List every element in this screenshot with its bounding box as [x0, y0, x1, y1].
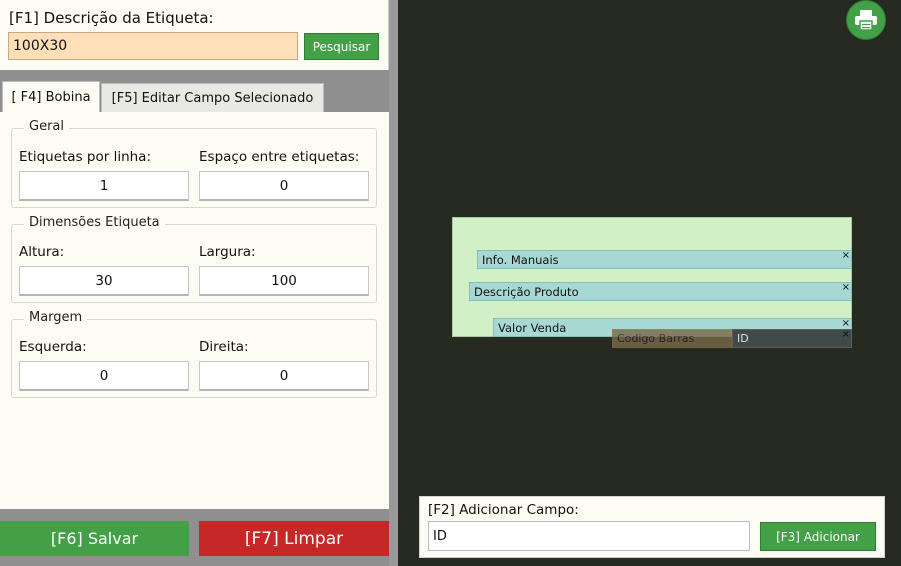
- height-label: Altura:: [19, 244, 65, 260]
- print-button[interactable]: [846, 0, 886, 40]
- close-icon[interactable]: ×: [842, 279, 850, 297]
- tab-bobina-content: Geral Etiquetas por linha: Espaço entre …: [0, 112, 389, 509]
- tab-editar-campo[interactable]: [F5] Editar Campo Selecionado: [101, 83, 324, 112]
- width-label: Largura:: [199, 244, 256, 260]
- group-margem: Margem Esquerda: Direita:: [11, 310, 377, 398]
- printer-icon: [855, 10, 877, 31]
- height-input[interactable]: [19, 266, 189, 296]
- group-dimensoes: Dimensões Etiqueta Altura: Largura:: [11, 215, 377, 303]
- add-field-label: [F2] Adicionar Campo:: [428, 502, 579, 518]
- search-button[interactable]: Pesquisar: [304, 33, 379, 60]
- label-preview-canvas: Info. Manuais × Descrição Produto × Valo…: [398, 0, 901, 566]
- label-area[interactable]: Info. Manuais × Descrição Produto × Valo…: [452, 217, 852, 337]
- group-dimensoes-title: Dimensões Etiqueta: [24, 215, 165, 230]
- canvas-field-id[interactable]: ID ×: [732, 329, 852, 348]
- canvas-field[interactable]: Descrição Produto ×: [469, 282, 852, 301]
- close-icon[interactable]: ×: [842, 326, 850, 344]
- add-field-button[interactable]: [F3] Adicionar: [760, 522, 876, 551]
- canvas-field-label: Info. Manuais: [482, 253, 559, 267]
- spacing-input[interactable]: [199, 171, 369, 201]
- canvas-field-barcode[interactable]: Codigo Barras: [612, 329, 732, 348]
- add-field-panel: [F2] Adicionar Campo: [F3] Adicionar: [419, 496, 885, 558]
- description-panel: [F1] Descrição da Etiqueta: Pesquisar: [0, 0, 389, 70]
- group-margem-title: Margem: [24, 310, 88, 325]
- canvas-field[interactable]: Info. Manuais ×: [477, 250, 852, 269]
- margin-right-label: Direita:: [199, 339, 249, 355]
- description-label: [F1] Descrição da Etiqueta:: [9, 9, 214, 27]
- labels-per-line-input[interactable]: [19, 171, 189, 201]
- add-field-input[interactable]: [428, 521, 750, 551]
- canvas-field-label: Codigo Barras: [617, 332, 695, 345]
- margin-right-input[interactable]: [199, 361, 369, 391]
- margin-left-label: Esquerda:: [19, 339, 87, 355]
- group-geral: Geral Etiquetas por linha: Espaço entre …: [11, 119, 377, 208]
- tab-bar: [ F4] Bobina [F5] Editar Campo Seleciona…: [0, 81, 398, 112]
- clear-button[interactable]: [F7] Limpar: [199, 521, 389, 556]
- canvas-field-label: ID: [737, 332, 749, 345]
- save-button[interactable]: [F6] Salvar: [0, 521, 189, 556]
- width-input[interactable]: [199, 266, 369, 296]
- canvas-field-label: Valor Venda: [498, 321, 567, 335]
- description-input[interactable]: [8, 32, 298, 60]
- group-geral-title: Geral: [24, 119, 69, 134]
- tab-bobina[interactable]: [ F4] Bobina: [2, 81, 100, 112]
- margin-left-input[interactable]: [19, 361, 189, 391]
- canvas-field-label: Descrição Produto: [474, 285, 579, 299]
- labels-per-line-label: Etiquetas por linha:: [19, 149, 152, 165]
- close-icon[interactable]: ×: [842, 247, 850, 265]
- spacing-label: Espaço entre etiquetas:: [199, 149, 360, 165]
